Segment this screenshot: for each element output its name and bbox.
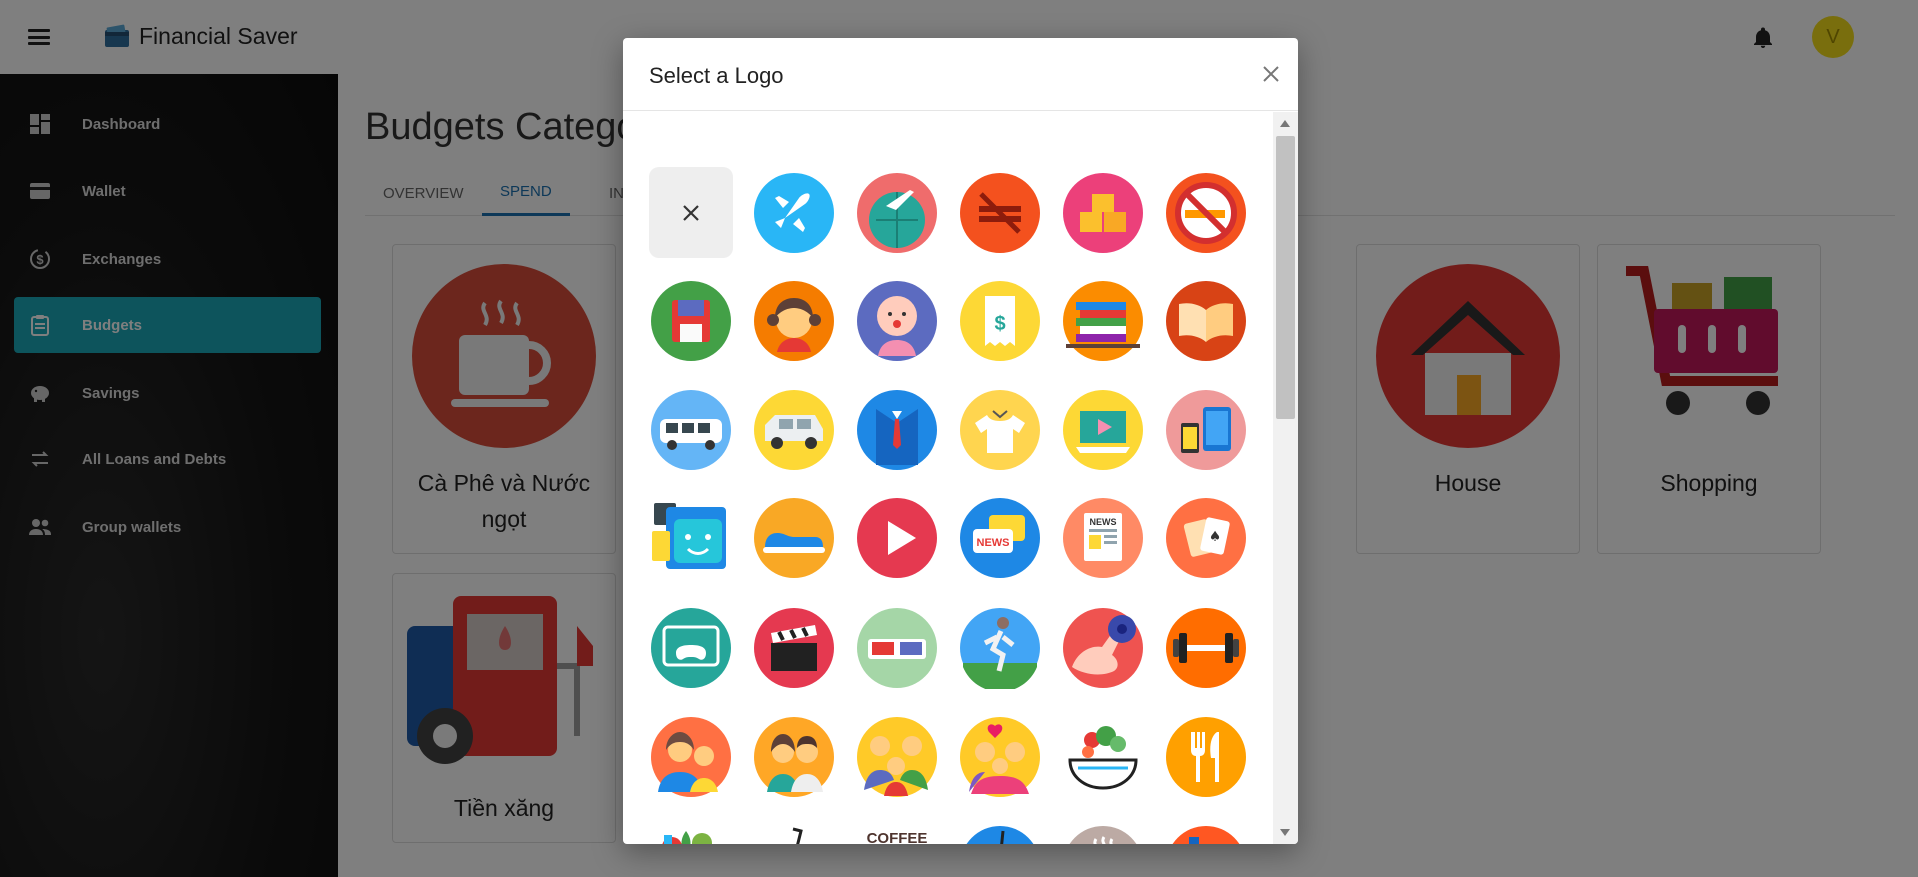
logo-airplane[interactable]	[753, 172, 835, 254]
airplane-icon	[754, 173, 834, 253]
fork-knife-icon	[1166, 717, 1246, 797]
dumbbell-icon	[1166, 608, 1246, 688]
logo-coffee-cup[interactable]	[1062, 825, 1144, 844]
logo-play-video[interactable]	[856, 497, 938, 579]
fast-food-icon	[792, 827, 803, 844]
logo-family-hug[interactable]	[959, 716, 1041, 798]
logo-runner[interactable]	[959, 607, 1041, 689]
tutorial-book-icon	[1063, 390, 1143, 470]
close-icon	[683, 204, 699, 221]
logo-no-flights[interactable]	[959, 172, 1041, 254]
couple-icon	[754, 717, 834, 797]
logo-open-book[interactable]	[1165, 280, 1247, 362]
logo-floppy-disk[interactable]	[650, 280, 732, 362]
boxes-icon	[1063, 173, 1143, 253]
newspaper-label: NEWS	[1090, 517, 1117, 527]
floppy-disk-icon	[651, 281, 731, 361]
coffee-shop-icon: COFFEE	[867, 830, 928, 844]
dialog-title: Select a Logo	[649, 63, 784, 88]
globe-flight-icon	[857, 173, 937, 253]
playing-cards-icon: ♠	[1166, 498, 1246, 578]
muscle-arm-icon	[1063, 608, 1143, 688]
coffee-sign: COFFEE	[867, 830, 928, 844]
logo-newspaper[interactable]: NEWS	[1062, 497, 1144, 579]
logo-salad-bowl[interactable]	[1062, 716, 1144, 798]
book-stack-icon	[1063, 281, 1143, 361]
logo-girl[interactable]	[753, 280, 835, 362]
logo-no-smoking[interactable]	[1165, 172, 1247, 254]
van-icon	[754, 390, 834, 470]
coffee-cup-icon	[1069, 826, 1137, 844]
logo-muscle-arm[interactable]	[1062, 607, 1144, 689]
logo-family-mom-kids[interactable]	[650, 716, 732, 798]
devices-icon	[1166, 390, 1246, 470]
clapperboard-icon	[754, 608, 834, 688]
logo-couple[interactable]	[753, 716, 835, 798]
logo-baby[interactable]	[856, 280, 938, 362]
groceries-icon	[662, 831, 712, 844]
logo-sneaker[interactable]	[753, 497, 835, 579]
chat-bot-icon	[652, 503, 726, 569]
logo-chat-bot[interactable]	[650, 497, 732, 579]
no-logo-option[interactable]	[649, 167, 733, 258]
logo-boxes[interactable]	[1062, 172, 1144, 254]
logo-t-shirt[interactable]	[959, 389, 1041, 471]
family-hug-icon	[960, 717, 1040, 797]
logo-coffee-shop[interactable]: COFFEE	[856, 825, 938, 844]
baby-icon	[857, 281, 937, 361]
logo-tutorial-book[interactable]	[1062, 389, 1144, 471]
family-icon	[857, 717, 937, 797]
sneaker-icon	[754, 498, 834, 578]
receipt-icon: $	[960, 281, 1040, 361]
logo-receipt[interactable]: $	[959, 280, 1041, 362]
svg-text:♠: ♠	[1209, 529, 1222, 545]
t-shirt-icon	[960, 390, 1040, 470]
girl-icon	[754, 281, 834, 361]
logo-clapperboard[interactable]	[753, 607, 835, 689]
logo-fast-food[interactable]	[753, 825, 835, 844]
logo-groceries[interactable]	[650, 825, 732, 844]
logo-book-stack[interactable]	[1062, 280, 1144, 362]
no-flights-icon	[960, 173, 1040, 253]
logo-devices[interactable]	[1165, 389, 1247, 471]
svg-text:$: $	[994, 313, 1005, 335]
logo-suit[interactable]	[856, 389, 938, 471]
logo-game-console[interactable]	[650, 607, 732, 689]
dialog-scrollbar[interactable]	[1273, 112, 1298, 844]
logo-news-chat[interactable]: NEWS	[959, 497, 1041, 579]
logo-playing-cards[interactable]: ♠	[1165, 497, 1247, 579]
scroll-thumb[interactable]	[1276, 136, 1295, 419]
news-chat-icon: NEWS	[960, 498, 1040, 578]
dialog-header: Select a Logo	[623, 38, 1298, 111]
open-book-icon	[1166, 281, 1246, 361]
close-icon[interactable]	[1257, 60, 1285, 88]
no-smoking-icon	[1166, 173, 1246, 253]
logo-globe-flight[interactable]	[856, 172, 938, 254]
suit-icon	[857, 390, 937, 470]
logo-3d-glasses[interactable]	[856, 607, 938, 689]
logo-van[interactable]	[753, 389, 835, 471]
news-label: NEWS	[977, 537, 1010, 549]
scroll-up-icon[interactable]	[1280, 120, 1290, 127]
salad-bowl-icon	[1068, 726, 1138, 790]
logo-milk-tea[interactable]	[959, 825, 1041, 844]
logo-bus[interactable]	[650, 389, 732, 471]
game-console-icon	[651, 608, 731, 688]
runner-icon	[960, 608, 1040, 689]
milk-tea-icon	[966, 826, 1034, 844]
water-bottle-icon	[1172, 826, 1240, 844]
logo-water-bottle[interactable]	[1165, 825, 1247, 844]
3d-glasses-icon	[857, 608, 937, 688]
scroll-down-icon[interactable]	[1280, 829, 1290, 836]
family-mom-kids-icon	[651, 717, 731, 797]
newspaper-icon: NEWS	[1063, 498, 1143, 578]
logo-dumbbell[interactable]	[1165, 607, 1247, 689]
select-logo-dialog: Select a Logo $ NEWS NEWS ♠ COFFEE	[623, 38, 1298, 844]
bus-icon	[651, 390, 731, 470]
logo-fork-knife[interactable]	[1165, 716, 1247, 798]
play-icon	[857, 498, 937, 578]
logo-family[interactable]	[856, 716, 938, 798]
logo-grid: $ NEWS NEWS ♠ COFFEE	[623, 112, 1273, 844]
